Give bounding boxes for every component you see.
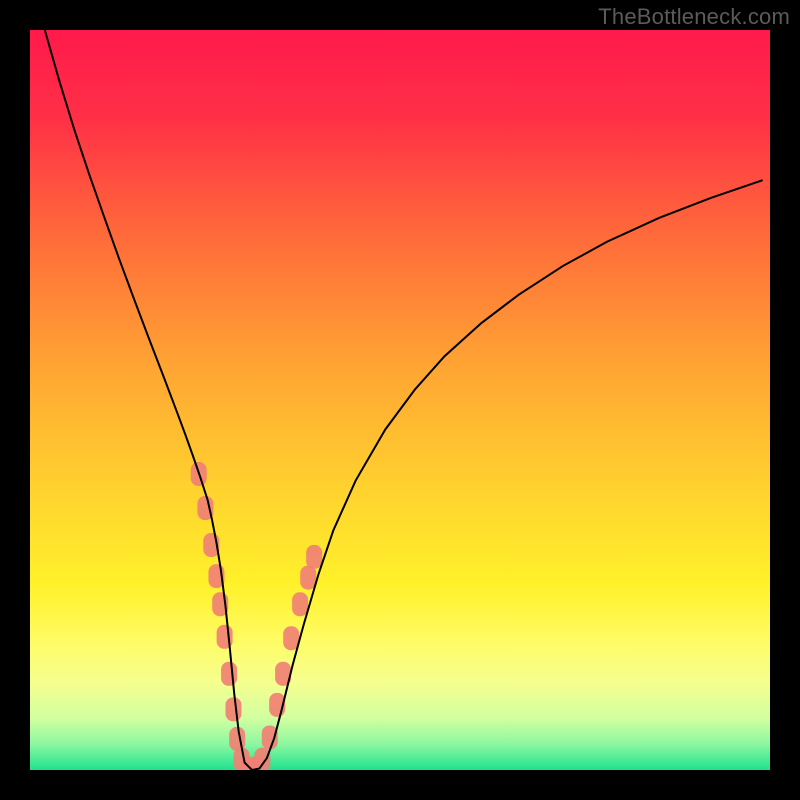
marker-point <box>306 545 322 569</box>
gradient-background <box>30 30 770 770</box>
marker-point <box>226 697 242 721</box>
bottleneck-chart <box>30 30 770 770</box>
chart-container: TheBottleneck.com <box>0 0 800 800</box>
marker-point <box>292 592 308 616</box>
marker-point <box>229 727 245 751</box>
marker-point <box>300 566 316 590</box>
marker-point <box>254 748 270 770</box>
plot-area <box>30 30 770 770</box>
marker-point <box>221 662 237 686</box>
watermark-text: TheBottleneck.com <box>598 4 790 30</box>
